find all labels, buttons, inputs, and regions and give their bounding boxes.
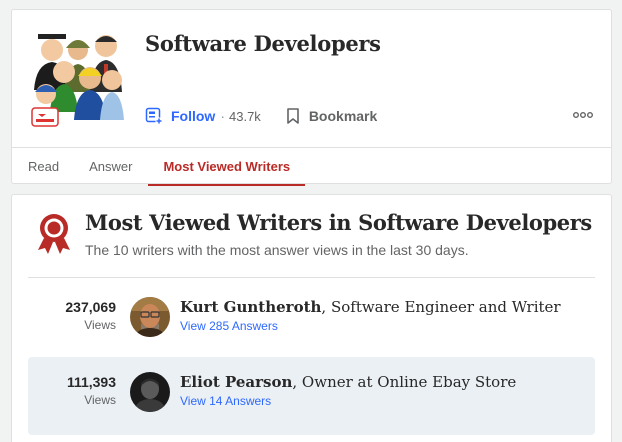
follow-label: Follow: [171, 108, 216, 124]
writer-row: 237,069 Views Kurt Guntheroth, Software …: [28, 292, 595, 342]
writer-info: Eliot Pearson, Owner at Online Ebay Stor…: [180, 372, 516, 410]
ellipsis-icon[interactable]: [573, 111, 593, 119]
section-subtitle: The 10 writers with the most answer view…: [85, 242, 469, 258]
topic-tabs: Read Answer Most Viewed Writers: [12, 147, 611, 186]
tab-answer[interactable]: Answer: [89, 148, 132, 185]
topic-actions: Follow · 43.7k Bookmark: [145, 104, 377, 128]
view-answers-link[interactable]: View 14 Answers: [180, 392, 516, 410]
views-label: Views: [84, 318, 116, 332]
views-count: 111,393: [66, 374, 116, 390]
separator-dot: ·: [220, 108, 225, 124]
writer-line: Eliot Pearson, Owner at Online Ebay Stor…: [180, 372, 516, 392]
software-developers-topic-illustration: [31, 34, 124, 127]
avatar[interactable]: [130, 297, 170, 337]
views-block: 111,393 Views: [28, 373, 116, 409]
most-viewed-writers-card: Most Viewed Writers in Software Develope…: [11, 194, 612, 442]
topic-title: Software Developers: [145, 31, 381, 56]
writer-credential: , Owner at Online Ebay Store: [292, 373, 517, 391]
views-count: 237,069: [65, 299, 116, 315]
writer-info: Kurt Guntheroth, Software Engineer and W…: [180, 297, 561, 335]
tab-most-viewed-writers[interactable]: Most Viewed Writers: [148, 148, 305, 186]
bookmark-button[interactable]: Bookmark: [285, 107, 377, 125]
follower-count: 43.7k: [229, 108, 261, 124]
writer-row: 111,393 Views Eliot Pearson, Owner at On…: [28, 357, 595, 435]
tab-read[interactable]: Read: [28, 148, 59, 185]
view-answers-link[interactable]: View 285 Answers: [180, 317, 561, 335]
follow-button[interactable]: Follow · 43.7k: [145, 107, 261, 125]
bookmark-label: Bookmark: [308, 108, 378, 124]
views-block: 237,069 Views: [28, 298, 116, 334]
writer-name[interactable]: Eliot Pearson: [180, 373, 292, 391]
award-ribbon-icon: [38, 214, 70, 254]
follow-icon: [145, 107, 163, 125]
views-label: Views: [84, 393, 116, 407]
writer-credential: , Software Engineer and Writer: [321, 298, 561, 316]
bookmark-icon: [287, 108, 299, 124]
writer-name[interactable]: Kurt Guntheroth: [180, 298, 321, 316]
section-title: Most Viewed Writers in Software Develope…: [85, 210, 592, 235]
writer-line: Kurt Guntheroth, Software Engineer and W…: [180, 297, 561, 317]
topic-header-card: Software Developers Follow · 43.7k Bookm…: [11, 9, 612, 186]
divider: [28, 277, 595, 278]
avatar[interactable]: [130, 372, 170, 412]
